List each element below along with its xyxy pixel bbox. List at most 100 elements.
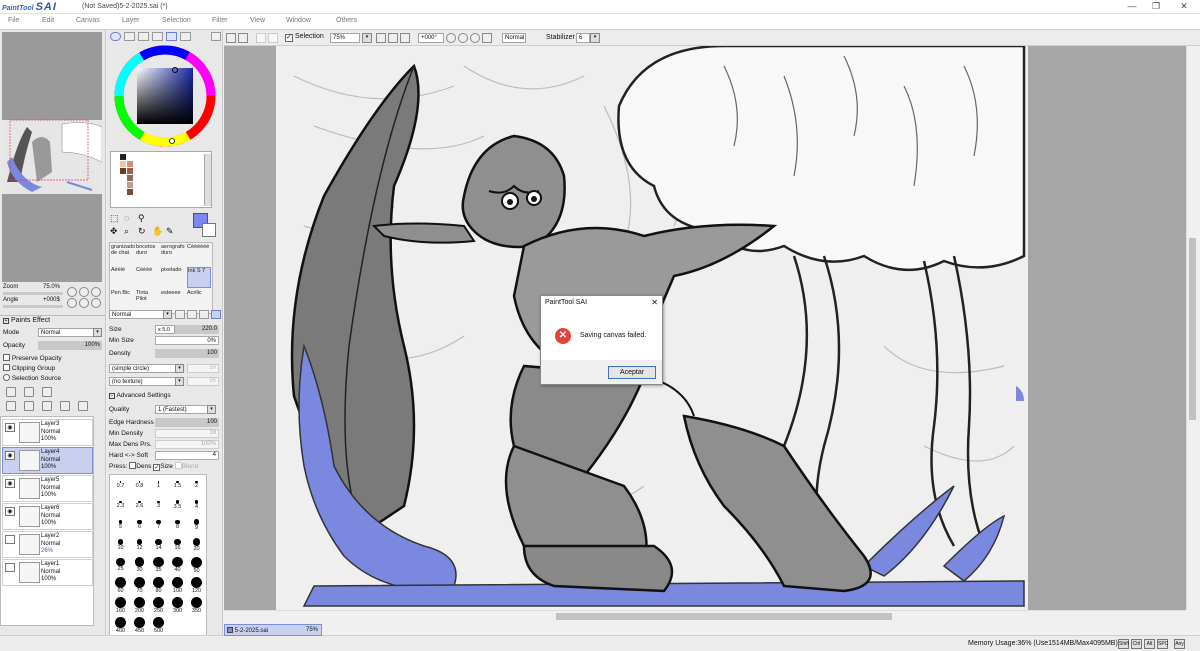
layer-mode-select[interactable]: Normal xyxy=(38,328,94,337)
brush-size-option[interactable]: 35 xyxy=(149,556,168,577)
angle-field[interactable]: +000° xyxy=(418,33,444,43)
zoom-reset-icon[interactable] xyxy=(91,287,101,297)
brush-shape-select[interactable]: (simple circle) xyxy=(109,364,177,373)
chevron-down-icon[interactable]: ▾ xyxy=(175,364,184,373)
lasso-icon[interactable]: ◌ xyxy=(124,213,129,223)
shape-flat-icon[interactable] xyxy=(199,310,209,319)
brush-tool[interactable]: Aèèiè xyxy=(111,267,135,288)
move-icon[interactable]: ✥ xyxy=(110,226,118,237)
layer-item-layer1[interactable]: Layer1 Normal 100% xyxy=(2,559,93,586)
brush-size-option[interactable]: 450 xyxy=(130,616,149,637)
min-density-slider[interactable]: 19 xyxy=(155,429,219,438)
deselect-icon[interactable] xyxy=(226,33,236,43)
quality-select[interactable]: 1 (Fastest) xyxy=(155,405,208,414)
size-multiplier[interactable]: x 5.0 xyxy=(155,325,175,334)
shape-soft-icon[interactable] xyxy=(187,310,197,319)
dialog-close-icon[interactable]: ✕ xyxy=(651,298,658,307)
color-mixer-tab-icon[interactable] xyxy=(152,32,163,41)
color-wheel[interactable] xyxy=(113,44,217,148)
eye-icon[interactable]: ◉ xyxy=(5,479,15,488)
vertical-scroll-thumb[interactable] xyxy=(1189,238,1196,420)
brush-size-option[interactable]: 6 xyxy=(130,517,149,537)
brush-size-option[interactable]: 300 xyxy=(168,596,187,617)
brush-size-option[interactable]: 5 xyxy=(111,517,130,537)
press-blend-checkbox[interactable]: Blend xyxy=(174,462,198,470)
brush-size-option[interactable]: 14 xyxy=(149,537,168,557)
max-dens-slider[interactable]: 100% xyxy=(155,440,219,449)
brush-size-option[interactable]: 160 xyxy=(111,596,130,617)
texture-strength[interactable]: 95 xyxy=(187,377,219,386)
blend-mode-select[interactable]: Normal xyxy=(109,310,164,319)
angle-slider[interactable] xyxy=(3,305,63,308)
swatch[interactable] xyxy=(127,182,133,188)
brush-size-option[interactable]: 70 xyxy=(130,576,149,597)
chevron-down-icon[interactable]: ▾ xyxy=(175,377,184,386)
brush-size-option[interactable]: 4 xyxy=(187,497,206,517)
key-ctrl[interactable]: Ctrl xyxy=(1131,639,1142,649)
advanced-settings-toggle[interactable]: − Advanced Settings xyxy=(109,392,171,399)
zoom-in-icon[interactable] xyxy=(79,287,89,297)
hand-icon[interactable]: ✋ xyxy=(152,226,163,237)
brush-size-option[interactable]: 3.5 xyxy=(168,497,187,517)
menu-edit[interactable]: Edit xyxy=(42,17,54,24)
pin-icon[interactable] xyxy=(211,32,221,41)
key-alt[interactable]: Alt xyxy=(1144,639,1155,649)
new-linework-icon[interactable] xyxy=(24,387,34,397)
brush-size-option[interactable]: 10 xyxy=(111,537,130,557)
press-size-checkbox[interactable]: ✓Size xyxy=(153,463,173,471)
brush-tool[interactable]: Cèèèè xyxy=(136,267,160,288)
hsv-slider-tab-icon[interactable] xyxy=(138,32,149,41)
brush-size-option[interactable]: 60 xyxy=(111,576,130,597)
menu-window[interactable]: Window xyxy=(286,17,311,24)
brush-tool[interactable]: Tinta Pilot xyxy=(136,290,160,311)
canvas-area[interactable] xyxy=(224,46,1186,610)
eye-icon[interactable]: ◉ xyxy=(5,451,15,460)
key-space[interactable]: SPC xyxy=(1157,639,1168,649)
clipping-group-checkbox[interactable]: Clipping Group xyxy=(3,364,55,372)
restore-button[interactable]: ❐ xyxy=(1144,0,1168,13)
menu-canvas[interactable]: Canvas xyxy=(76,17,100,24)
key-any[interactable]: Any xyxy=(1174,639,1185,649)
brush-size-option[interactable]: 1.5 xyxy=(168,477,187,497)
zoom-out-icon[interactable] xyxy=(376,33,386,43)
brush-size-option[interactable]: 7 xyxy=(149,517,168,537)
brush-size-option[interactable]: 400 xyxy=(111,616,130,637)
trash-icon[interactable] xyxy=(60,401,70,411)
brush-tool[interactable]: aerografo duro xyxy=(161,244,185,265)
menu-layer[interactable]: Layer xyxy=(122,17,140,24)
edge-hardness-slider[interactable]: 100 xyxy=(155,418,219,427)
brush-size-option[interactable]: 0.8 xyxy=(130,477,149,497)
rotate-left-icon[interactable] xyxy=(446,33,456,43)
minsize-slider[interactable]: 0% xyxy=(155,336,219,345)
brush-size-option[interactable]: 8 xyxy=(168,517,187,537)
density-slider[interactable]: 100 xyxy=(155,349,219,358)
shape-square-icon[interactable] xyxy=(211,310,221,319)
new-layer-icon[interactable] xyxy=(6,387,16,397)
brush-tool[interactable]: bocetos duro xyxy=(136,244,160,265)
swatch[interactable] xyxy=(120,161,126,167)
opacity-slider[interactable]: 100% xyxy=(38,341,102,350)
brush-size-option[interactable]: 50 xyxy=(187,556,206,577)
menu-selection[interactable]: Selection xyxy=(162,17,191,24)
brush-tool[interactable]: esteeee xyxy=(161,290,185,311)
view-mode-select[interactable]: Normal xyxy=(502,33,526,43)
brush-size-option[interactable]: 1 xyxy=(149,477,168,497)
chevron-down-icon[interactable]: ▾ xyxy=(590,33,600,43)
eye-icon[interactable]: ◉ xyxy=(5,507,15,516)
chevron-down-icon[interactable]: ▾ xyxy=(163,310,172,319)
rotate-icon[interactable]: ↻ xyxy=(138,226,146,237)
menu-filter[interactable]: Filter xyxy=(212,17,228,24)
size-slider[interactable]: 220.0 xyxy=(175,325,219,334)
brush-size-option[interactable]: 200 xyxy=(130,596,149,617)
brush-size-option[interactable]: 350 xyxy=(187,596,206,617)
brush-size-option[interactable]: 30 xyxy=(130,557,149,577)
document-tab[interactable]: 5-2-2025.sai 75% xyxy=(224,624,322,636)
brush-tool[interactable]: pixelado xyxy=(161,267,185,288)
brush-size-option[interactable]: 250 xyxy=(149,596,168,617)
scratchpad-tab-icon[interactable] xyxy=(180,32,191,41)
shape-round-icon[interactable] xyxy=(175,310,185,319)
brush-size-option[interactable]: 2 xyxy=(187,477,206,497)
brush-size-option[interactable]: 500 xyxy=(149,616,168,637)
brush-size-option[interactable]: 80 xyxy=(149,576,168,597)
press-dens-checkbox[interactable]: Dens xyxy=(129,462,151,470)
